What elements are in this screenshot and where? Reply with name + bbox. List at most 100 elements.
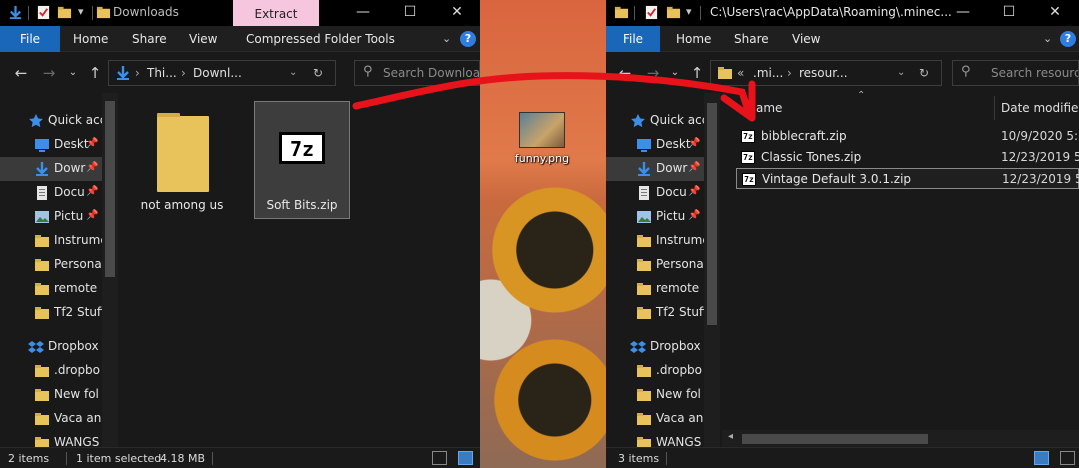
sidebar-item-persona[interactable]: Persona: [606, 253, 720, 277]
customize-toolbar-icon[interactable]: ▾: [686, 5, 692, 18]
customize-toolbar-icon[interactable]: ▾: [78, 5, 84, 18]
navigation-pane-scrollbar[interactable]: [704, 93, 720, 447]
tab-compressed-folder-tools[interactable]: Compressed Folder Tools: [246, 26, 395, 52]
download-arrow-icon[interactable]: [8, 5, 23, 20]
extract-context-tab[interactable]: Extract: [233, 0, 319, 28]
large-icons-view-button[interactable]: [1060, 451, 1075, 465]
back-button[interactable]: ←: [614, 62, 636, 84]
breadcrumb-downloads[interactable]: Downl...: [193, 66, 242, 80]
up-button[interactable]: ↑: [686, 62, 708, 84]
scrollbar-thumb[interactable]: [105, 101, 115, 277]
sidebar-item-persona[interactable]: Persona: [0, 253, 118, 277]
sidebar-item-pictu[interactable]: Pictu 📌: [606, 205, 720, 229]
sidebar-item-docu[interactable]: Docu 📌: [606, 181, 720, 205]
address-dropdown-icon[interactable]: ⌄: [897, 67, 905, 78]
sidebar-item-vaca-an[interactable]: Vaca an: [0, 407, 118, 431]
title-bar[interactable]: ▾ C:\Users\rac\AppData\Roaming\.minec...…: [606, 0, 1079, 26]
forward-button[interactable]: →: [642, 62, 664, 84]
help-button[interactable]: ?: [460, 31, 476, 47]
up-button[interactable]: ↑: [84, 62, 106, 84]
search-box[interactable]: ⚲ Search Downloads: [354, 60, 480, 86]
scroll-left-icon[interactable]: ◂: [728, 431, 733, 442]
refresh-icon[interactable]: ↻: [313, 66, 323, 80]
sidebar-item-docu[interactable]: Docu 📌: [0, 181, 118, 205]
tab-home[interactable]: Home: [73, 26, 108, 52]
sidebar-item-tf2-stuff[interactable]: Tf2 Stuff: [0, 301, 118, 325]
folder-icon: [34, 411, 50, 427]
tab-view[interactable]: View: [792, 26, 820, 52]
help-button[interactable]: ?: [1060, 31, 1076, 47]
column-divider[interactable]: [994, 96, 995, 120]
sidebar-item-wangs[interactable]: WANGS: [0, 431, 118, 447]
table-row[interactable]: 7z bibblecraft.zip 10/9/2020 5:59: [736, 126, 1079, 147]
new-folder-icon[interactable]: [57, 5, 72, 20]
horizontal-scrollbar[interactable]: ◂: [722, 430, 1079, 447]
sidebar-item-instrume[interactable]: Instrume: [606, 229, 720, 253]
sidebar-item-dowr[interactable]: Dowr 📌: [606, 157, 720, 181]
recent-locations-icon[interactable]: ⌄: [664, 62, 686, 84]
scrollbar-thumb[interactable]: [742, 434, 928, 444]
tab-share[interactable]: Share: [132, 26, 167, 52]
address-bar[interactable]: › Thi... › Downl... ⌄ ↻: [108, 60, 336, 86]
sidebar-item-vaca-an[interactable]: Vaca an: [606, 407, 720, 431]
title-bar[interactable]: ▾ Downloads Extract — ☐ ✕: [0, 0, 480, 28]
folder-icon: [636, 281, 652, 297]
file-tile-soft-bits-zip[interactable]: 7z Soft Bits.zip: [254, 101, 350, 219]
search-box[interactable]: ⚲ Search resourcepacks: [952, 60, 1079, 86]
new-folder-icon[interactable]: [666, 5, 681, 20]
details-view-button[interactable]: [432, 451, 447, 465]
sidebar-item-quick-acc[interactable]: Quick acc: [0, 109, 118, 133]
details-view-button[interactable]: [1034, 451, 1049, 465]
back-button[interactable]: ←: [10, 62, 32, 84]
table-row[interactable]: 7z Classic Tones.zip 12/23/2019 5:2: [736, 147, 1079, 168]
sidebar-item-dropbox[interactable]: Dropbox: [606, 335, 720, 359]
sidebar-item-deskt[interactable]: Deskt 📌: [0, 133, 118, 157]
large-icons-view-button[interactable]: [458, 451, 473, 465]
breadcrumb-minecraft[interactable]: .mi...: [753, 66, 783, 80]
sidebar-item-wangs[interactable]: WANGS: [606, 431, 720, 447]
tab-view[interactable]: View: [189, 26, 217, 52]
recent-locations-icon[interactable]: ⌄: [62, 62, 84, 84]
sidebar-item-remote[interactable]: remote: [606, 277, 720, 301]
sidebar-item-dropbo[interactable]: .dropbo: [606, 359, 720, 383]
address-dropdown-icon[interactable]: ⌄: [289, 67, 297, 78]
refresh-icon[interactable]: ↻: [919, 66, 929, 80]
tab-home[interactable]: Home: [676, 26, 711, 52]
address-bar[interactable]: « .mi... › resour... ⌄ ↻: [710, 60, 942, 86]
expand-ribbon-icon[interactable]: ⌄: [442, 32, 451, 45]
maximize-button[interactable]: ☐: [986, 0, 1032, 26]
desktop-file-funny-png[interactable]: funny.png: [510, 112, 574, 165]
breadcrumb-overflow[interactable]: «: [737, 66, 744, 80]
scrollbar-thumb[interactable]: [707, 103, 717, 325]
sidebar-item-tf2-stuff[interactable]: Tf2 Stuff: [606, 301, 720, 325]
minimize-button[interactable]: —: [340, 0, 386, 26]
properties-icon[interactable]: [36, 5, 51, 20]
tab-file[interactable]: File: [0, 26, 60, 52]
table-row[interactable]: 7z Vintage Default 3.0.1.zip 12/23/2019 …: [736, 168, 1079, 189]
column-header-name[interactable]: ame: [756, 96, 782, 120]
maximize-button[interactable]: ☐: [387, 0, 433, 26]
column-header-date-modified[interactable]: Date modified: [1001, 96, 1079, 120]
sidebar-item-deskt[interactable]: Deskt 📌: [606, 133, 720, 157]
sidebar-item-new-fol[interactable]: New fol: [606, 383, 720, 407]
sidebar-item-dropbox[interactable]: Dropbox: [0, 335, 118, 359]
sidebar-item-quick-acc[interactable]: Quick acc: [606, 109, 720, 133]
tab-file[interactable]: File: [606, 26, 660, 52]
sidebar-item-new-fol[interactable]: New fol: [0, 383, 118, 407]
tab-share[interactable]: Share: [734, 26, 769, 52]
properties-icon[interactable]: [644, 5, 659, 20]
forward-button[interactable]: →: [38, 62, 60, 84]
breadcrumb-this-pc[interactable]: Thi...: [147, 66, 177, 80]
expand-ribbon-icon[interactable]: ⌄: [1043, 32, 1052, 45]
sidebar-item-dowr[interactable]: Dowr 📌: [0, 157, 118, 181]
breadcrumb-resourcepacks[interactable]: resour...: [799, 66, 848, 80]
file-tile-not-among-us[interactable]: not among us: [134, 101, 230, 219]
close-button[interactable]: ✕: [434, 0, 480, 26]
navigation-pane-scrollbar[interactable]: [102, 93, 118, 447]
sidebar-item-dropbo[interactable]: .dropbo: [0, 359, 118, 383]
sidebar-item-pictu[interactable]: Pictu 📌: [0, 205, 118, 229]
sidebar-item-instrume[interactable]: Instrume: [0, 229, 118, 253]
minimize-button[interactable]: —: [940, 0, 986, 26]
close-button[interactable]: ✕: [1032, 0, 1078, 26]
sidebar-item-remote[interactable]: remote: [0, 277, 118, 301]
